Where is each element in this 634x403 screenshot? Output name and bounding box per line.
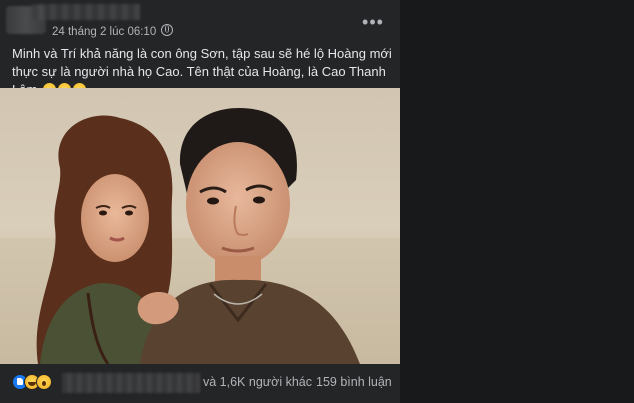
post-header: 24 tháng 2 lúc 06:10 ••• xyxy=(0,0,400,44)
more-options-button[interactable]: ••• xyxy=(356,12,390,36)
reactor-names-blurred[interactable] xyxy=(62,373,200,393)
comments-count[interactable]: 159 bình luận xyxy=(316,375,392,389)
wow-icon xyxy=(36,374,52,390)
post-reactions-bar: và 1,6K người khác 159 bình luận xyxy=(0,364,400,403)
reaction-summary[interactable] xyxy=(12,374,58,392)
author-name-blurred[interactable] xyxy=(32,4,140,20)
reaction-count-text[interactable]: và 1,6K người khác xyxy=(203,375,312,389)
timestamp-text[interactable]: 24 tháng 2 lúc 06:10 xyxy=(52,26,156,38)
post-timestamp[interactable]: 24 tháng 2 lúc 06:10 xyxy=(52,24,174,38)
photo-illustration xyxy=(0,88,400,364)
post-photo[interactable] xyxy=(0,88,400,364)
facebook-post: 24 tháng 2 lúc 06:10 ••• Minh và Trí khả… xyxy=(0,0,400,403)
page-background xyxy=(400,0,634,403)
globe-icon xyxy=(161,24,174,36)
